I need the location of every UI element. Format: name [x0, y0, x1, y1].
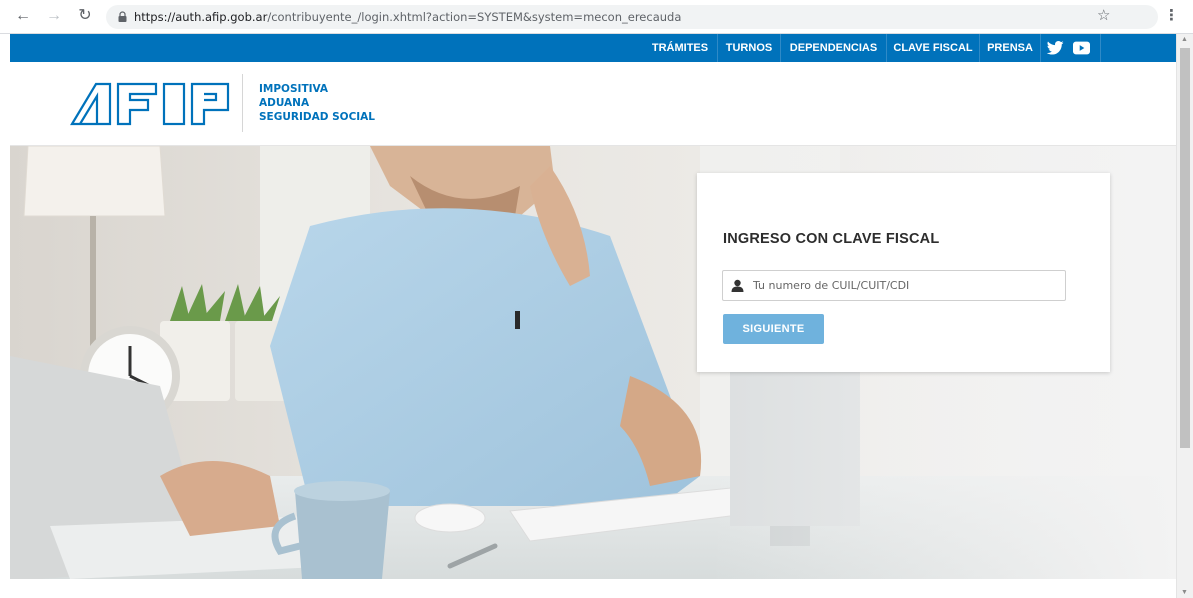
agency-tagline: IMPOSITIVA ADUANA SEGURIDAD SOCIAL: [259, 82, 375, 124]
page-bottom-area: [10, 579, 1176, 598]
youtube-icon[interactable]: [1073, 40, 1090, 56]
cuit-field[interactable]: [722, 270, 1066, 301]
site-header: IMPOSITIVA ADUANA SEGURIDAD SOCIAL: [10, 62, 1176, 146]
browser-toolbar: ← → ↻ https://auth.afip.gob.ar/contribuy…: [0, 0, 1193, 34]
tagline-aduana: ADUANA: [259, 97, 310, 109]
nav-turnos[interactable]: TURNOS: [718, 34, 780, 62]
user-icon: [731, 279, 744, 292]
lock-icon: [118, 11, 127, 22]
star-icon[interactable]: ☆: [1097, 7, 1110, 25]
twitter-icon[interactable]: [1047, 40, 1064, 56]
nav-separator: [1040, 34, 1041, 62]
siguiente-button[interactable]: SIGUIENTE: [723, 314, 824, 344]
nav-prensa[interactable]: PRENSA: [980, 34, 1040, 62]
top-navigation: TRÁMITES TURNOS DEPENDENCIAS CLAVE FISCA…: [10, 34, 1176, 62]
login-title: INGRESO CON CLAVE FISCAL: [723, 231, 940, 247]
nav-clave-fiscal[interactable]: CLAVE FISCAL: [887, 34, 979, 62]
login-card: INGRESO CON CLAVE FISCAL SIGUIENTE: [697, 173, 1110, 372]
page-scrollbar[interactable]: ▲ ▼: [1176, 34, 1193, 598]
url-host: https://auth.afip.gob.ar: [134, 10, 268, 24]
scroll-up-icon[interactable]: ▲: [1181, 36, 1188, 43]
scroll-thumb[interactable]: [1180, 48, 1190, 448]
nav-separator: [1100, 34, 1101, 62]
nav-tramites[interactable]: TRÁMITES: [643, 34, 717, 62]
tagline-seguridad-social: SEGURIDAD SOCIAL: [259, 111, 376, 123]
back-icon[interactable]: ←: [14, 7, 32, 25]
scroll-down-icon[interactable]: ▼: [1181, 589, 1188, 596]
url-text: https://auth.afip.gob.ar/contribuyente_/…: [134, 5, 681, 29]
url-path: /contribuyente_/login.xhtml?action=SYSTE…: [267, 10, 682, 24]
tagline-impositiva: IMPOSITIVA: [259, 83, 329, 95]
address-bar[interactable]: https://auth.afip.gob.ar/contribuyente_/…: [106, 5, 1158, 29]
reload-icon[interactable]: ↻: [76, 7, 94, 25]
forward-icon[interactable]: →: [45, 7, 63, 25]
cuit-input[interactable]: [753, 271, 1059, 300]
logo-divider: [242, 74, 243, 132]
afip-logo[interactable]: [70, 80, 230, 126]
more-vert-icon[interactable]: ⋮: [1164, 7, 1179, 25]
nav-dependencias[interactable]: DEPENDENCIAS: [781, 34, 886, 62]
